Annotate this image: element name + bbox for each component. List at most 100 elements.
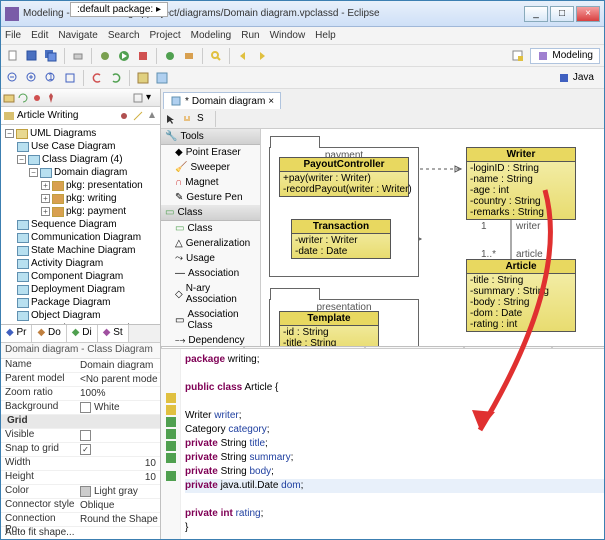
spanner-icon[interactable]	[118, 110, 130, 122]
print-button[interactable]	[70, 48, 86, 64]
tree-communication[interactable]: Communication Diagram	[31, 232, 141, 243]
search-button[interactable]	[208, 48, 224, 64]
tree-uml[interactable]: UML Diagrams	[30, 128, 96, 139]
redo-button[interactable]	[108, 70, 124, 86]
sort-icon[interactable]	[146, 110, 158, 122]
tab-do[interactable]: ◆ Do	[32, 325, 66, 342]
palette-assoc-class[interactable]: ▭Association Class	[161, 307, 260, 333]
menu-edit[interactable]: Edit	[31, 30, 48, 41]
refresh-icon[interactable]	[17, 92, 29, 104]
debug-button[interactable]	[97, 48, 113, 64]
editor-tab-transaction[interactable]: Transaction.java	[365, 347, 464, 348]
palette-point-eraser[interactable]: ◆Point Eraser	[161, 145, 260, 160]
class-button[interactable]	[162, 48, 178, 64]
save-all-button[interactable]	[43, 48, 59, 64]
editor-tab-article[interactable]: JArticle.java ×	[161, 347, 244, 348]
tree-pkg-writing[interactable]: pkg: writing	[66, 193, 117, 204]
ext-tools-button[interactable]	[135, 48, 151, 64]
prop-autofit-v[interactable]	[76, 527, 160, 539]
link-icon[interactable]	[31, 92, 43, 104]
hand-icon[interactable]	[181, 113, 193, 125]
palette-gesture[interactable]: ✎Gesture Pen	[161, 190, 260, 205]
class-template[interactable]: Template -id : String-title : String	[279, 311, 379, 346]
pin-icon[interactable]	[45, 92, 57, 104]
menu-navigate[interactable]: Navigate	[58, 30, 97, 41]
menu-run[interactable]: Run	[241, 30, 259, 41]
undo-button[interactable]	[89, 70, 105, 86]
perspective-modeling[interactable]: Modeling	[530, 48, 600, 64]
palette-magnet[interactable]: ∩Magnet	[161, 175, 260, 190]
new-button[interactable]	[5, 48, 21, 64]
tree-deployment[interactable]: Deployment Diagram	[31, 284, 125, 295]
maximize-button[interactable]: □	[550, 6, 574, 22]
wand-icon[interactable]	[132, 110, 144, 122]
prop-snap-v[interactable]: ✓	[76, 443, 160, 456]
tree-pkg-pres[interactable]: pkg: presentation	[66, 180, 143, 191]
prop-color-v[interactable]: Light gray	[76, 485, 160, 498]
tree-classdiag[interactable]: Class Diagram (4)	[42, 154, 123, 165]
tree-domain[interactable]: Domain diagram	[54, 167, 127, 178]
palette-class-header[interactable]: ▭Class	[161, 205, 260, 221]
tree-package[interactable]: Package Diagram	[31, 297, 110, 308]
palette-class[interactable]: ▭Class	[161, 221, 260, 236]
prop-bg-v[interactable]: White	[76, 401, 160, 414]
tree-usecase[interactable]: Use Case Diagram	[31, 141, 115, 152]
editor-tab-template[interactable]: Template.java	[464, 347, 552, 348]
palette-usage[interactable]: ⤳Usage	[161, 251, 260, 266]
tree-sequence[interactable]: Sequence Diagram	[31, 219, 117, 230]
menu-file[interactable]: File	[5, 30, 21, 41]
class-payoutcontroller[interactable]: PayoutController +pay(writer : Writer)-r…	[279, 157, 409, 197]
zoom-out-button[interactable]	[5, 70, 21, 86]
palette-tools-header[interactable]: 🔧Tools	[161, 129, 260, 145]
palette-dependency[interactable]: ⤍Dependency	[161, 333, 260, 346]
save-diag-icon[interactable]: S	[197, 113, 209, 125]
prop-connstyle-v[interactable]: Oblique	[76, 499, 160, 512]
class-transaction[interactable]: Transaction -writer : Writer-date : Date	[291, 219, 391, 259]
editor-tab-payout[interactable]: PayoutController.java	[244, 347, 365, 348]
diagram-button[interactable]	[154, 70, 170, 86]
view-menu-icon[interactable]: ▾	[146, 92, 158, 104]
palette-generalization[interactable]: △Generalization	[161, 236, 260, 251]
palette-nary[interactable]: ◇N-ary Association	[161, 281, 260, 307]
diagram-tree[interactable]: −UML Diagrams Use Case Diagram −Class Di…	[1, 125, 160, 324]
zoom-in-button[interactable]	[24, 70, 40, 86]
palette-sweeper[interactable]: 🧹Sweeper	[161, 160, 260, 175]
menu-modeling[interactable]: Modeling	[191, 30, 232, 41]
prop-zoom-v[interactable]: 100%	[76, 387, 160, 400]
tab-st[interactable]: ◆ St	[98, 325, 129, 342]
diagram-tab-domain[interactable]: *Domain diagram ×	[163, 92, 281, 109]
perspective-java[interactable]: Java	[552, 71, 600, 85]
run-button[interactable]	[116, 48, 132, 64]
tree-statemachine[interactable]: State Machine Diagram	[31, 245, 136, 256]
prop-width-v[interactable]: 10	[76, 457, 160, 470]
save-button[interactable]	[24, 48, 40, 64]
collapse-icon[interactable]	[132, 92, 144, 104]
prop-visible-v[interactable]	[76, 429, 160, 442]
menu-project[interactable]: Project	[150, 30, 181, 41]
menu-help[interactable]: Help	[315, 30, 336, 41]
tab-pr[interactable]: ◆ Pr	[1, 325, 32, 342]
project-root-label[interactable]: Article Writing	[17, 110, 79, 121]
open-perspective-button[interactable]	[510, 48, 526, 64]
model-explorer-button[interactable]	[135, 70, 151, 86]
tab-di[interactable]: ◆ Di	[67, 325, 98, 342]
zoom-100-button[interactable]: 1	[43, 70, 59, 86]
cursor-icon[interactable]	[165, 113, 177, 125]
prop-name-v[interactable]: Domain diagram	[76, 359, 160, 372]
palette-association[interactable]: —Association	[161, 266, 260, 281]
prop-connpo-v[interactable]: Round the Shape	[76, 513, 160, 526]
package-button[interactable]	[181, 48, 197, 64]
zoom-fit-button[interactable]	[62, 70, 78, 86]
tree-activity[interactable]: Activity Diagram	[31, 258, 103, 269]
close-tab-icon[interactable]: ×	[268, 96, 274, 107]
tree-pkg-payment[interactable]: pkg: payment	[66, 206, 126, 217]
editor-tab-theme[interactable]: Theme.java	[552, 347, 604, 348]
nav-back-button[interactable]	[235, 48, 251, 64]
tree-object[interactable]: Object Diagram	[31, 310, 100, 321]
nav-fwd-button[interactable]	[254, 48, 270, 64]
class-writer[interactable]: Writer -loginID : String-name : String-a…	[466, 147, 576, 220]
minimize-button[interactable]: _	[524, 6, 548, 22]
code-editor[interactable]: package writing; public class Article { …	[161, 349, 604, 539]
diagram-canvas[interactable]: 1writer 1..*article payment PayoutContro…	[261, 129, 604, 346]
prop-parent-v[interactable]: <No parent mode	[76, 373, 160, 386]
